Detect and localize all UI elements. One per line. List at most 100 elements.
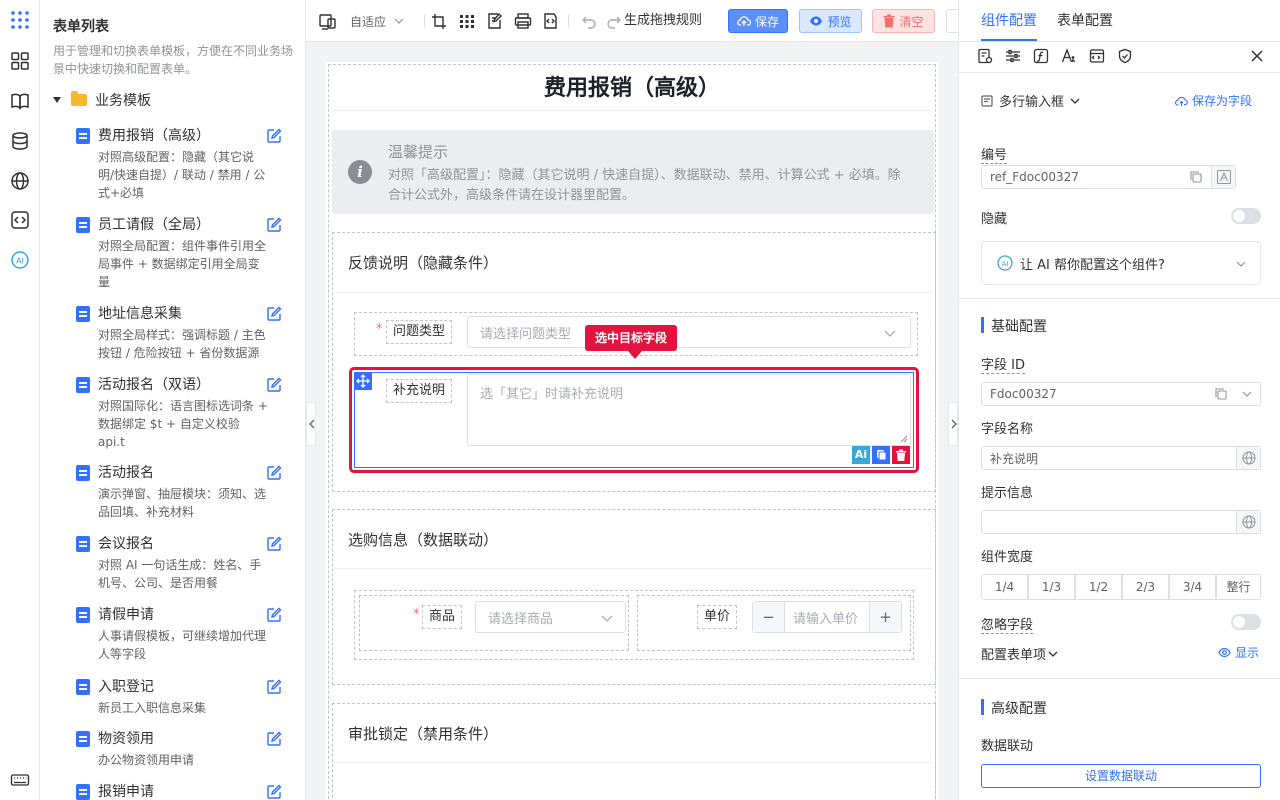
- drag-handle-icon[interactable]: [354, 372, 372, 390]
- designer-toolbar: 自适应 生成拖拽规则 保存 预览 清空: [306, 0, 960, 42]
- width-option[interactable]: 整行: [1216, 574, 1261, 600]
- trash-icon: [883, 14, 895, 28]
- tab-component-config[interactable]: 组件配置: [981, 12, 1037, 30]
- show-button[interactable]: 显示: [1218, 644, 1259, 661]
- save-as-field-button[interactable]: 保存为字段: [1175, 92, 1252, 109]
- edit-icon[interactable]: [266, 784, 282, 800]
- template-group[interactable]: 业务模板: [53, 90, 151, 110]
- ai-help-collapse[interactable]: AI 让 AI 帮你配置这个组件?: [981, 241, 1261, 285]
- props-icon[interactable]: [977, 48, 993, 64]
- ai-icon[interactable]: AI: [10, 250, 30, 270]
- eye-icon: [810, 16, 823, 26]
- edit-icon[interactable]: [266, 377, 282, 393]
- form-file-icon: [76, 217, 90, 233]
- width-option[interactable]: 3/4: [1169, 574, 1216, 600]
- print-icon[interactable]: [514, 11, 532, 31]
- textarea-icon: [981, 94, 993, 107]
- field-name-label: 字段名称: [981, 422, 1034, 437]
- generate-rules-button[interactable]: 生成拖拽规则: [624, 11, 702, 31]
- chevron-down-icon[interactable]: [1242, 389, 1252, 399]
- form-file-icon: [76, 536, 90, 552]
- edit-icon[interactable]: [266, 607, 282, 623]
- issue-type-select[interactable]: 请选择问题类型: [467, 316, 911, 348]
- supplement-textarea[interactable]: 选「其它」时请补充说明: [467, 374, 911, 446]
- shield-check-icon[interactable]: [1117, 48, 1133, 64]
- hidden-toggle[interactable]: [1231, 208, 1261, 224]
- section-divider: [959, 298, 1280, 299]
- apps-grid-icon[interactable]: [10, 10, 30, 30]
- book-icon[interactable]: [10, 91, 30, 111]
- width-option[interactable]: 1/3: [1028, 574, 1075, 600]
- edit-icon[interactable]: [266, 679, 282, 695]
- adapt-select[interactable]: 自适应: [350, 11, 410, 31]
- components-icon[interactable]: [10, 51, 30, 71]
- component-type-select[interactable]: 多行输入框: [981, 91, 1080, 110]
- code-window-icon[interactable]: [1089, 48, 1105, 64]
- set-linkage-button[interactable]: 设置数据联动: [981, 764, 1261, 788]
- tab-form-config[interactable]: 表单配置: [1057, 12, 1113, 30]
- crop-icon[interactable]: [431, 11, 447, 31]
- edit-icon[interactable]: [266, 306, 282, 322]
- chevron-down-icon: [1048, 651, 1058, 657]
- function-icon[interactable]: [1033, 48, 1049, 64]
- sliders-icon[interactable]: [1005, 48, 1021, 64]
- form-title[interactable]: 费用报销（高级）: [326, 70, 938, 102]
- form-file-icon: [76, 128, 90, 144]
- decrease-button[interactable]: −: [753, 602, 785, 632]
- product-select[interactable]: 请选择商品: [475, 601, 626, 633]
- field-id-input[interactable]: Fdoc00327: [981, 382, 1261, 406]
- copy-icon[interactable]: [872, 446, 890, 464]
- redo-icon[interactable]: [606, 11, 622, 31]
- field-name-input[interactable]: 补充说明: [981, 446, 1261, 470]
- edit-icon[interactable]: [266, 536, 282, 552]
- close-icon[interactable]: [1249, 48, 1265, 64]
- edit-icon[interactable]: [266, 731, 282, 747]
- advanced-config-title: 高级配置: [991, 701, 1047, 717]
- text-case-icon[interactable]: [1211, 166, 1235, 188]
- code-icon[interactable]: [10, 210, 30, 230]
- edit-doc-icon[interactable]: [487, 11, 503, 31]
- price-stepper[interactable]: − 请输入单价 +: [752, 601, 902, 633]
- ignore-field-toggle[interactable]: [1231, 614, 1261, 630]
- form-file-icon: [76, 607, 90, 623]
- template-name: 地址信息采集: [98, 306, 182, 322]
- supplement-placeholder: 选「其它」时请补充说明: [480, 387, 624, 402]
- hint-input[interactable]: [981, 510, 1261, 534]
- width-option[interactable]: 1/2: [1075, 574, 1122, 600]
- ref-input[interactable]: ref_Fdoc00327: [981, 165, 1236, 189]
- preview-button[interactable]: 预览: [799, 9, 862, 33]
- edit-icon[interactable]: [266, 217, 282, 233]
- collapse-left-handle[interactable]: [306, 402, 316, 446]
- ai-assist-button[interactable]: Ai: [852, 446, 870, 464]
- tip-alert[interactable]: i 温馨提示 对照「高级配置」：隐藏（其它说明 / 快速自提）、数据联动、禁用、…: [332, 130, 934, 214]
- device-icon[interactable]: [319, 11, 337, 31]
- grid-icon[interactable]: [459, 11, 475, 31]
- chevron-down-icon: [601, 615, 613, 622]
- text-style-icon[interactable]: [1061, 48, 1077, 64]
- toolbar-divider: [568, 14, 569, 28]
- globe-icon[interactable]: [10, 171, 30, 191]
- save-button[interactable]: 保存: [728, 9, 788, 33]
- globe-icon[interactable]: [1236, 511, 1260, 533]
- globe-icon[interactable]: [1236, 447, 1260, 469]
- increase-button[interactable]: +: [869, 602, 901, 632]
- keyboard-icon[interactable]: [10, 770, 30, 790]
- delete-icon[interactable]: [892, 446, 910, 464]
- config-items-toggle[interactable]: 配置表单项: [981, 644, 1058, 663]
- ref-value: ref_Fdoc00327: [990, 170, 1079, 184]
- width-option[interactable]: 1/4: [981, 574, 1028, 600]
- edit-icon[interactable]: [266, 128, 282, 144]
- database-icon[interactable]: [10, 131, 30, 151]
- clear-label: 清空: [899, 14, 924, 29]
- template-name: 入职登记: [98, 679, 154, 695]
- undo-icon[interactable]: [581, 11, 597, 31]
- collapse-right-handle[interactable]: [948, 402, 958, 446]
- field-label: 商品: [422, 605, 463, 629]
- width-option[interactable]: 2/3: [1122, 574, 1169, 600]
- clear-button[interactable]: 清空: [872, 9, 935, 33]
- copy-icon[interactable]: [1189, 170, 1203, 184]
- copy-icon[interactable]: [1214, 387, 1228, 401]
- section-approval[interactable]: [332, 703, 936, 800]
- json-icon[interactable]: [543, 11, 559, 31]
- edit-icon[interactable]: [266, 465, 282, 481]
